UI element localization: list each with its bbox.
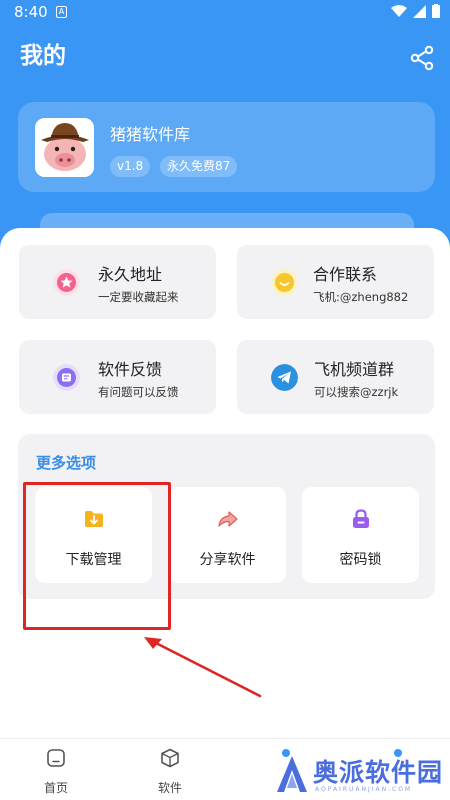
- share-arrow-icon: [217, 511, 238, 527]
- tile-title: 软件反馈: [98, 360, 163, 379]
- battery-icon: [432, 4, 440, 18]
- password-lock-label: 密码锁: [339, 552, 382, 568]
- watermark-logo-icon: [277, 756, 307, 792]
- watermark: 奥派软件园 AOPAIRUANJIAN.COM: [275, 752, 445, 796]
- wifi-icon: [391, 4, 407, 17]
- tile-contact[interactable]: 合作联系 飞机:@zheng882: [237, 245, 434, 319]
- telegram-icon: [271, 364, 298, 391]
- tile-subtitle: 有问题可以反馈: [98, 385, 179, 399]
- feedback-icon: [53, 364, 80, 391]
- pig-avatar-icon: [35, 118, 94, 177]
- version-badge: v1.8: [110, 156, 151, 177]
- nav-label-software: 软件: [157, 781, 182, 795]
- tile-subtitle: 一定要收藏起来: [98, 290, 179, 304]
- avatar: [35, 118, 94, 177]
- tile-subtitle: 可以搜索@zzrjk: [314, 385, 399, 399]
- tile-feedback[interactable]: 软件反馈 有问题可以反馈: [19, 340, 216, 414]
- share-app-button[interactable]: 分享软件: [169, 487, 286, 583]
- tile-channel-group[interactable]: 飞机频道群 可以搜索@zzrjk: [237, 340, 434, 414]
- annotation-arrow-icon: [144, 637, 262, 698]
- profile-card[interactable]: 猪猪软件库 v1.8 永久免费87: [18, 102, 435, 192]
- watermark-subtext: AOPAIRUANJIAN.COM: [315, 786, 413, 793]
- tile-title: 合作联系: [313, 265, 378, 284]
- lock-icon: [352, 509, 369, 528]
- annotation-highlight-box: [23, 482, 171, 630]
- app-notification-icon: A: [56, 6, 67, 18]
- password-lock-button[interactable]: 密码锁: [302, 487, 419, 583]
- home-icon: [47, 749, 65, 767]
- share-icon[interactable]: [408, 44, 436, 72]
- more-options-title: 更多选项: [36, 454, 97, 472]
- membership-badge: 永久免费87: [160, 156, 238, 177]
- star-icon: [53, 269, 80, 296]
- nav-item-home[interactable]: 首页: [26, 747, 86, 796]
- tile-subtitle: 飞机:@zheng882: [313, 290, 409, 304]
- box-icon: [161, 748, 179, 768]
- watermark-text: 奥派软件园: [313, 758, 444, 787]
- signal-icon: [413, 4, 426, 18]
- tile-title: 永久地址: [98, 265, 163, 284]
- tile-title: 飞机频道群: [314, 360, 395, 379]
- share-app-label: 分享软件: [199, 552, 256, 568]
- nav-item-software[interactable]: 软件: [140, 747, 200, 796]
- chat-icon: [271, 269, 298, 296]
- nav-label-home: 首页: [43, 781, 68, 795]
- page-title: 我的: [20, 43, 66, 69]
- tile-permanent-address[interactable]: 永久地址 一定要收藏起来: [19, 245, 216, 319]
- status-time: 8:40: [14, 3, 48, 21]
- status-bar: 8:40 A: [0, 0, 450, 26]
- profile-name: 猪猪软件库: [110, 125, 191, 144]
- status-indicators: [391, 4, 440, 18]
